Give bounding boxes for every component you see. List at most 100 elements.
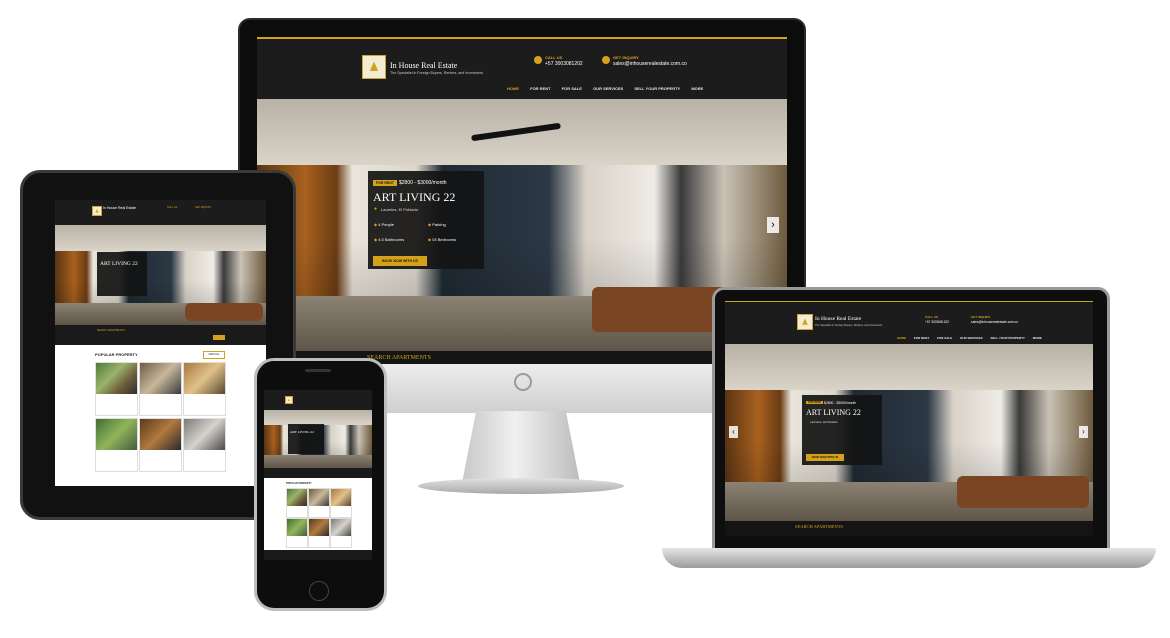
brand-tagline: The Specialist in Foreign Buyers, Renter… bbox=[390, 71, 483, 75]
tablet-search-button[interactable] bbox=[213, 335, 225, 340]
hero-badge: FOR RENT bbox=[373, 180, 397, 186]
tablet-brand-name: In House Real Estate bbox=[103, 206, 137, 210]
tablet-view-all-button[interactable]: VIEW ALL bbox=[203, 351, 225, 359]
laptop-slider-prev-arrow[interactable]: ‹ bbox=[729, 426, 738, 438]
laptop-book-now-button[interactable]: BOOK NOW WITH US bbox=[806, 454, 844, 461]
phone-icon bbox=[534, 56, 542, 64]
tablet-property-card[interactable] bbox=[95, 418, 138, 472]
laptop-brand-logo[interactable] bbox=[797, 314, 813, 330]
laptop-slider-next-arrow[interactable]: › bbox=[1079, 426, 1088, 438]
feature-people-label: 4 People bbox=[378, 222, 394, 227]
tablet-property-card[interactable] bbox=[183, 362, 226, 416]
phone-search-bar bbox=[264, 468, 372, 478]
nav-for-sale[interactable]: FOR SALE bbox=[562, 86, 582, 91]
phone-hero-card: ART LIVING 22 bbox=[288, 424, 324, 454]
tablet-property-image bbox=[184, 419, 225, 451]
tablet-property-card[interactable] bbox=[183, 418, 226, 472]
phone-speaker bbox=[305, 369, 331, 372]
laptop-nav-for-sale[interactable]: FOR SALE bbox=[937, 336, 952, 340]
main-nav: HOME FOR RENT FOR SALE OUR SERVICES SELL… bbox=[507, 86, 703, 91]
phone-property-image bbox=[287, 519, 307, 536]
laptop-call-label: CALL US bbox=[925, 315, 938, 319]
laptop-nav-home[interactable]: HOME bbox=[897, 336, 906, 340]
laptop-call-value[interactable]: +57 3003081202 bbox=[925, 320, 949, 324]
phone-property-card[interactable] bbox=[308, 488, 330, 518]
nav-our-services[interactable]: OUR SERVICES bbox=[593, 86, 623, 91]
phone-property-image bbox=[331, 489, 351, 506]
hero-feature-parking: ◆ Parking bbox=[428, 222, 446, 227]
phone-property-image bbox=[309, 519, 329, 536]
laptop-hero-title: ART LIVING 22 bbox=[806, 408, 861, 417]
tablet-inquiry-label: GET INQUIRY bbox=[195, 206, 212, 209]
phone-hero-floor bbox=[264, 455, 372, 468]
site-header: In House Real Estate The Specialist in F… bbox=[257, 37, 787, 101]
inquiry-label: GET INQUIRY bbox=[613, 55, 639, 60]
phone-property-card[interactable] bbox=[286, 518, 308, 548]
tablet-hero: ART LIVING 22 bbox=[55, 225, 266, 325]
laptop-base bbox=[662, 548, 1156, 568]
feature-bath-label: 4.5 Bathrooms bbox=[378, 237, 405, 242]
tablet-property-image bbox=[96, 419, 137, 451]
tablet-hero-ceiling bbox=[55, 225, 266, 251]
laptop-nav-for-rent[interactable]: FOR RENT bbox=[914, 336, 929, 340]
laptop-hero: FOR RENT $2800 - $3000/month ART LIVING … bbox=[725, 344, 1093, 521]
tablet-property-image bbox=[96, 363, 137, 395]
phone-listings-heading: POPULAR PROPERTY bbox=[286, 482, 312, 485]
tablet-listings-heading: POPULAR PROPERTY bbox=[95, 352, 138, 357]
laptop-nav-our-services[interactable]: OUR SERVICES bbox=[960, 336, 983, 340]
nav-sell-property[interactable]: SELL YOUR PROPERTY bbox=[634, 86, 680, 91]
laptop-nav: HOME FOR RENT FOR SALE OUR SERVICES SELL… bbox=[897, 336, 1042, 340]
laptop-header: In House Real Estate The Specialist in F… bbox=[725, 301, 1093, 345]
phone-hero-ceiling bbox=[264, 410, 372, 426]
laptop-brand-tagline: The Specialist in Foreign Buyers, Renter… bbox=[815, 324, 883, 327]
tablet-property-card[interactable] bbox=[139, 418, 182, 472]
desktop-monitor-foot bbox=[418, 478, 624, 494]
phone-screen: ART LIVING 22 POPULAR PROPERTY bbox=[264, 390, 372, 560]
nav-more[interactable]: MORE bbox=[691, 86, 703, 91]
tablet-hero-card: ART LIVING 22 bbox=[97, 252, 147, 296]
book-now-button[interactable]: BOOK NOW WITH US bbox=[373, 256, 427, 266]
call-value[interactable]: +57 3003081202 bbox=[545, 61, 583, 67]
laptop-hero-badge: FOR RENT bbox=[806, 401, 824, 404]
laptop-search-apartments-bar: SEARCH APARTMENTS bbox=[795, 524, 843, 529]
brand-name: In House Real Estate bbox=[390, 61, 458, 70]
nav-home[interactable]: HOME bbox=[507, 86, 519, 91]
laptop-hero-location: Laureles, El Poblado bbox=[810, 420, 838, 424]
tablet-property-image bbox=[140, 419, 181, 451]
desktop-screen: In House Real Estate The Specialist in F… bbox=[257, 37, 787, 364]
bath-icon: ◆ bbox=[374, 237, 378, 242]
phone-property-card[interactable] bbox=[308, 518, 330, 548]
laptop-nav-sell-property[interactable]: SELL YOUR PROPERTY bbox=[991, 336, 1025, 340]
phone-home-button bbox=[309, 581, 329, 601]
phone-property-card[interactable] bbox=[286, 488, 308, 518]
tablet-hero-title: ART LIVING 22 bbox=[100, 261, 138, 267]
phone-brand-logo[interactable] bbox=[285, 396, 293, 404]
hero-feature-bed: ◆ 03 Bedrooms bbox=[428, 237, 456, 242]
tablet-property-card[interactable] bbox=[95, 362, 138, 416]
hero-location: Laureles, El Poblado bbox=[381, 207, 418, 212]
tablet-header: In House Real Estate CALL US GET INQUIRY bbox=[55, 200, 266, 225]
tablet-property-card[interactable] bbox=[139, 362, 182, 416]
brand-logo[interactable] bbox=[362, 55, 386, 79]
phone-property-card[interactable] bbox=[330, 518, 352, 548]
tablet-search-label: SEARCH APARTMENTS bbox=[97, 329, 125, 332]
tablet-screen: In House Real Estate CALL US GET INQUIRY… bbox=[55, 200, 266, 486]
hero-price: $2800 - $3000/month bbox=[399, 180, 447, 186]
hero-feature-bath: ◆ 4.5 Bathrooms bbox=[374, 237, 404, 242]
inquiry-value[interactable]: sales@inhouserealestate.com.co bbox=[613, 61, 687, 67]
tablet-hero-sofa bbox=[185, 303, 263, 321]
feature-parking-label: Parking bbox=[432, 222, 446, 227]
laptop-nav-more[interactable]: MORE bbox=[1033, 336, 1042, 340]
laptop-brand-name: In House Real Estate bbox=[815, 316, 862, 322]
tablet-brand-logo[interactable] bbox=[92, 206, 102, 216]
phone-property-image bbox=[331, 519, 351, 536]
people-icon: ◆ bbox=[374, 222, 378, 227]
phone-property-card[interactable] bbox=[330, 488, 352, 518]
phone-property-image bbox=[287, 489, 307, 506]
phone-header bbox=[264, 390, 372, 410]
laptop-hero-sofa bbox=[957, 476, 1089, 508]
slider-next-arrow[interactable]: › bbox=[767, 217, 779, 233]
laptop-inquiry-value[interactable]: sales@inhouserealestate.com.co bbox=[971, 320, 1018, 324]
nav-for-rent[interactable]: FOR RENT bbox=[530, 86, 550, 91]
apple-logo-icon bbox=[514, 373, 532, 391]
